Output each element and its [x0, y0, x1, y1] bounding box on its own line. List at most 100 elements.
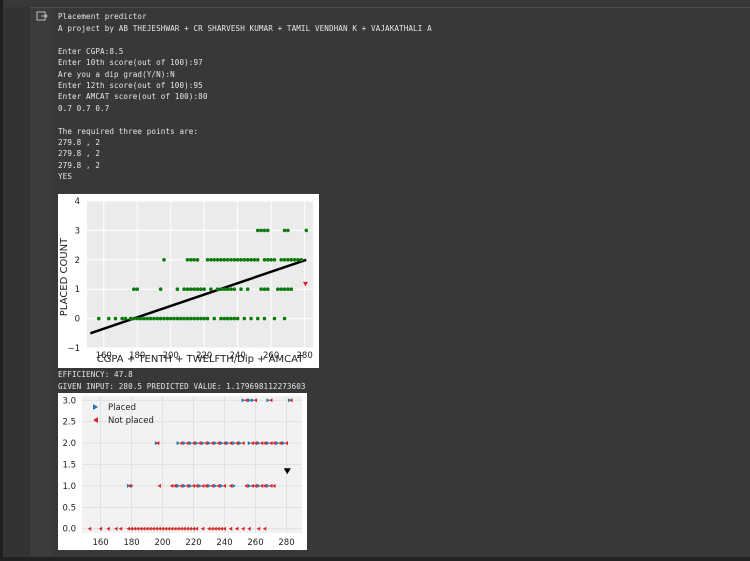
data-point — [185, 258, 190, 262]
efficiency-text: EFFICIENCY: 47.8 — [58, 370, 133, 379]
y-tick-label: 0.0 — [62, 525, 76, 535]
output-icon[interactable] — [36, 11, 50, 23]
clear-output-icon — [36, 11, 48, 21]
data-point — [202, 287, 206, 291]
data-point — [185, 287, 190, 291]
data-point — [209, 287, 213, 291]
data-point — [142, 316, 146, 321]
input-cgpa: Enter CGPA:8.5 — [58, 47, 124, 56]
prediction-text: GIVEN INPUT: 280.5 PREDICTED VALUE: 1.17… — [58, 382, 306, 391]
placement-scatter-plot: 160 180 200 220 240 260 280 0.0 0.5 1.0 1.5 2.0 2.5 3… — [58, 393, 307, 550]
data-point — [138, 316, 143, 321]
data-point — [205, 258, 210, 262]
data-point — [225, 316, 230, 321]
data-point — [188, 258, 193, 262]
data-point — [255, 228, 260, 233]
data-point — [235, 258, 240, 262]
point-line: 279.8 , 2 — [58, 161, 101, 170]
y-tick-label: 3 — [75, 226, 80, 236]
data-point — [229, 316, 233, 321]
y-tick-label: 2.5 — [62, 418, 76, 428]
input-tenth: Enter 10th score(out of 100):97 — [58, 58, 203, 67]
placed-count-chart: 160 180 200 220 240 260 280−101234 PLACED COUN… — [59, 197, 313, 365]
data-point — [235, 316, 240, 321]
data-point — [286, 258, 290, 262]
data-point — [252, 258, 257, 262]
data-point — [232, 287, 237, 291]
data-point — [106, 316, 111, 321]
y-axis-label: PLACED COUNT — [59, 237, 70, 316]
data-point — [296, 258, 300, 262]
data-point — [158, 287, 163, 291]
x-tick-label: 260 — [247, 538, 263, 548]
data-point — [229, 287, 233, 291]
data-point — [276, 287, 280, 291]
data-point — [222, 258, 227, 262]
data-point — [232, 316, 237, 321]
data-point — [286, 228, 290, 233]
verdict-text: YES — [58, 172, 73, 181]
data-point — [282, 228, 287, 233]
data-point — [158, 316, 163, 321]
y-tick-label: 1.0 — [62, 482, 76, 492]
data-point — [195, 287, 200, 291]
y-tick-label: 0 — [75, 315, 80, 325]
data-point — [245, 287, 250, 291]
data-point — [205, 316, 210, 321]
legend-label-not-placed: Not placed — [108, 416, 154, 426]
data-point — [232, 258, 237, 262]
data-point — [282, 258, 287, 262]
data-point — [242, 316, 247, 321]
data-point — [185, 316, 190, 321]
data-point — [188, 287, 193, 291]
x-tick-label: 200 — [154, 538, 170, 548]
data-point — [289, 287, 294, 291]
data-point — [192, 258, 196, 262]
cell-gutter — [3, 7, 30, 558]
data-point — [209, 258, 213, 262]
data-point — [269, 258, 273, 262]
data-point — [279, 287, 283, 291]
data-point — [192, 287, 196, 291]
data-point — [225, 287, 230, 291]
data-point — [239, 258, 243, 262]
data-point — [262, 258, 267, 262]
data-point — [262, 287, 267, 291]
data-point — [242, 258, 247, 262]
data-point — [195, 316, 200, 321]
data-point — [182, 316, 186, 321]
data-point — [188, 316, 193, 321]
y-tick-label: 3.0 — [62, 396, 76, 406]
data-point — [123, 316, 128, 321]
data-point — [162, 258, 166, 262]
data-point — [172, 316, 176, 321]
point-line: 279.8 , 2 — [58, 149, 101, 158]
data-point — [219, 287, 223, 291]
placement-chart: 160 180 200 220 240 260 280 0.0 0.5 1.0 1.5 2.0 2.5 3… — [62, 396, 302, 548]
data-point — [272, 316, 277, 321]
data-point — [162, 316, 166, 321]
data-point — [279, 258, 283, 262]
data-point — [225, 258, 230, 262]
data-point — [262, 316, 267, 321]
plot-area — [87, 201, 313, 348]
data-point — [286, 287, 290, 291]
data-point — [299, 258, 304, 262]
data-point — [222, 316, 227, 321]
data-point — [304, 228, 309, 233]
data-point — [272, 258, 277, 262]
y-tick-label: 1.5 — [62, 461, 76, 471]
data-point — [155, 316, 160, 321]
data-point — [266, 258, 270, 262]
data-point — [199, 316, 203, 321]
y-tick-label: 2 — [75, 256, 80, 266]
data-point — [215, 258, 220, 262]
data-point — [175, 316, 180, 321]
data-point — [266, 287, 270, 291]
x-tick-label: 240 — [216, 538, 232, 548]
data-point — [255, 258, 260, 262]
data-point — [152, 316, 156, 321]
data-point — [215, 287, 220, 291]
data-point — [249, 258, 253, 262]
x-tick-label: 220 — [185, 538, 201, 548]
